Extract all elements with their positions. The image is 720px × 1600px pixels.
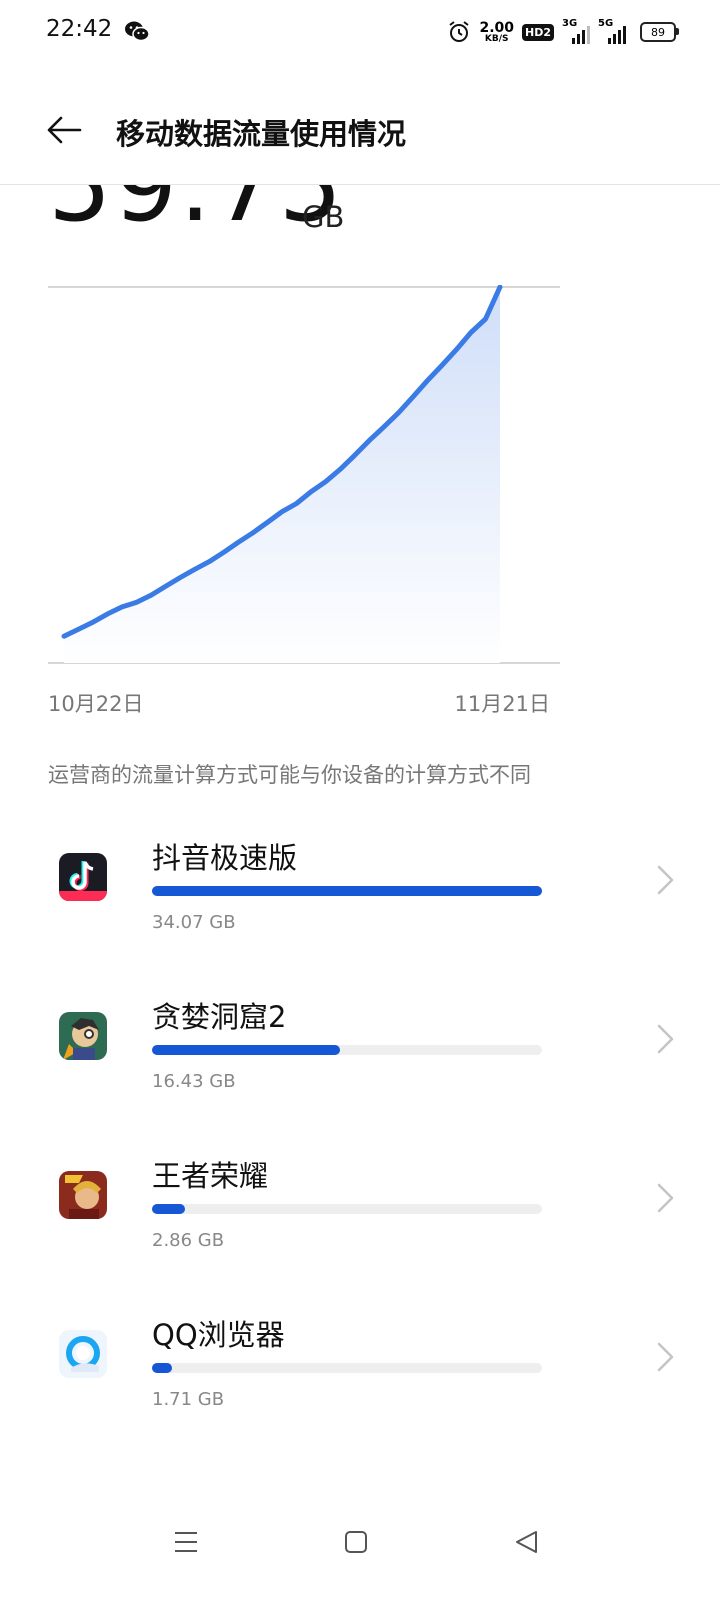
- usage-bar-track: [152, 1204, 542, 1214]
- app-header: 移动数据流量使用情况: [0, 84, 720, 180]
- status-bar: 22:42 2.00 KB/S HD2 3G 5G 89: [0, 0, 720, 64]
- app-name: QQ浏览器: [152, 1318, 285, 1352]
- navigation-bar: [0, 1500, 720, 1600]
- chevron-right-icon: [657, 1183, 674, 1213]
- usage-chart: [48, 285, 560, 664]
- hd-badge: HD2: [522, 23, 554, 41]
- usage-bar-track: [152, 1363, 542, 1373]
- honor-of-kings-icon: [59, 1171, 107, 1219]
- chevron-right-icon: [657, 865, 674, 895]
- carrier-note: 运营商的流量计算方式可能与你设备的计算方式不同: [48, 763, 531, 787]
- qq-browser-icon: [59, 1330, 107, 1378]
- net-speed: 2.00 KB/S: [479, 21, 514, 44]
- status-time: 22:42: [46, 16, 113, 42]
- nav-back-button[interactable]: [506, 1522, 546, 1562]
- status-indicators: 2.00 KB/S HD2 3G 5G 89: [447, 16, 679, 48]
- menu-icon: [175, 1532, 197, 1552]
- app-name: 贪婪洞窟2: [152, 1000, 287, 1034]
- total-usage-value: 59.75: [48, 185, 345, 244]
- chart-end-date: 11月21日: [454, 692, 550, 716]
- back-triangle-icon: [516, 1531, 537, 1553]
- alarm-icon: [449, 21, 470, 42]
- chart-start-date: 10月22日: [48, 692, 144, 716]
- content-area[interactable]: 59.75 GB 10月22日 11月21日 运营商的流量计算方式可能与你设备的…: [0, 185, 720, 1485]
- usage-amount: 1.71 GB: [152, 1389, 225, 1410]
- home-button[interactable]: [336, 1522, 376, 1562]
- back-button[interactable]: [40, 106, 88, 154]
- usage-bar-fill: [152, 1204, 185, 1214]
- app-name: 抖音极速版: [152, 841, 298, 875]
- wechat-icon: [125, 21, 150, 42]
- battery-level: 89: [651, 25, 665, 39]
- usage-bar-track: [152, 1045, 542, 1055]
- usage-bar-fill: [152, 1363, 172, 1373]
- total-usage-unit: GB: [302, 200, 345, 234]
- douyin-lite-icon: [59, 853, 107, 901]
- app-usage-row[interactable]: 王者荣耀 2.86 GB: [0, 1143, 720, 1273]
- usage-amount: 2.86 GB: [152, 1230, 225, 1251]
- battery-icon: 89: [640, 22, 679, 42]
- home-icon: [345, 1531, 367, 1553]
- app-usage-row[interactable]: 贪婪洞窟2 16.43 GB: [0, 984, 720, 1114]
- usage-amount: 34.07 GB: [152, 912, 236, 933]
- signal-icon: 3G: [562, 18, 590, 44]
- greedy-cave-2-icon: [59, 1012, 107, 1060]
- signal-icon: 5G: [598, 18, 626, 44]
- chevron-right-icon: [657, 1024, 674, 1054]
- page-title: 移动数据流量使用情况: [116, 117, 407, 151]
- chevron-right-icon: [657, 1342, 674, 1372]
- arrow-left-icon: [47, 116, 82, 144]
- app-usage-row[interactable]: QQ浏览器 1.71 GB: [0, 1302, 720, 1432]
- usage-bar-fill: [152, 1045, 340, 1055]
- usage-bar-track: [152, 886, 542, 896]
- app-usage-row[interactable]: 抖音极速版 34.07 GB: [0, 825, 720, 955]
- usage-amount: 16.43 GB: [152, 1071, 236, 1092]
- menu-button[interactable]: [166, 1522, 206, 1562]
- net-speed-unit: KB/S: [484, 33, 509, 44]
- net-speed-value: 2.00: [479, 19, 514, 36]
- usage-bar-fill: [152, 886, 542, 896]
- app-name: 王者荣耀: [152, 1159, 269, 1193]
